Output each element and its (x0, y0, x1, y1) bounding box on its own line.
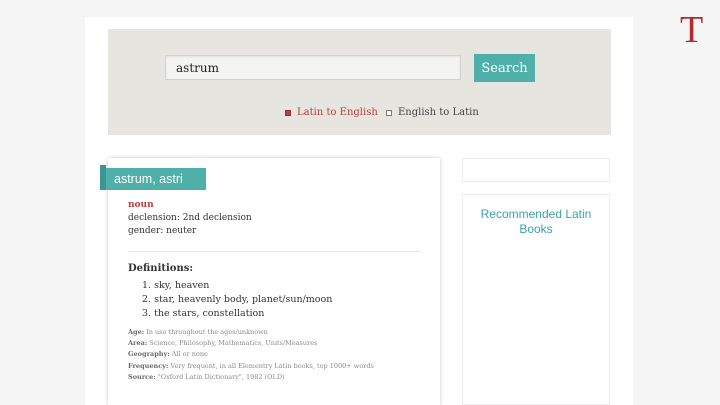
gender: gender: neuter (128, 226, 197, 236)
option-label: English to Latin (398, 107, 479, 118)
search-input[interactable] (165, 55, 461, 80)
definitions-list: 1. sky, heaven 2. star, heavenly body, p… (142, 279, 332, 321)
meta-age: Age: In use throughout the ages/unknown (128, 328, 268, 336)
sidebar-box (462, 158, 610, 182)
divider (128, 251, 421, 252)
headword: astrum, astri (114, 172, 183, 186)
entry-metadata: Age: In use throughout the ages/unknown … (128, 327, 374, 383)
search-panel: Search Latin to English English to Latin (108, 29, 611, 135)
meta-source: Source: "Oxford Latin Dictionary", 1982 … (128, 372, 285, 381)
definition-item: 3. the stars, constellation (142, 308, 265, 319)
page-container: Search Latin to English English to Latin… (85, 17, 633, 405)
meta-area: Area: Science, Philosophy, Mathematics, … (128, 339, 318, 348)
meta-frequency: Frequency: Very frequent, in all Element… (128, 361, 374, 370)
headword-tab: astrum, astri (100, 165, 206, 190)
declension: declension: 2nd declension (128, 213, 252, 223)
meta-geography: Geography: All or none (128, 350, 208, 359)
search-button[interactable]: Search (474, 54, 535, 82)
part-of-speech: noun (128, 200, 154, 210)
definition-item: 2. star, heavenly body, planet/sun/moon (142, 294, 333, 305)
brand-logo[interactable]: T (680, 10, 703, 50)
checked-box-icon[interactable] (285, 109, 291, 116)
option-label: Latin to English (297, 107, 378, 118)
option-latin-to-english[interactable]: Latin to English (285, 107, 378, 118)
unchecked-box-icon[interactable] (386, 109, 392, 116)
definitions-heading: Definitions: (128, 263, 194, 274)
grammar-info: noun declension: 2nd declension gender: … (128, 199, 252, 238)
recommended-books-title: Recommended Latin Books (480, 207, 592, 236)
recommended-books-panel: Recommended Latin Books (462, 194, 610, 405)
option-english-to-latin[interactable]: English to Latin (386, 107, 479, 118)
definition-item: 1. sky, heaven (142, 280, 210, 291)
